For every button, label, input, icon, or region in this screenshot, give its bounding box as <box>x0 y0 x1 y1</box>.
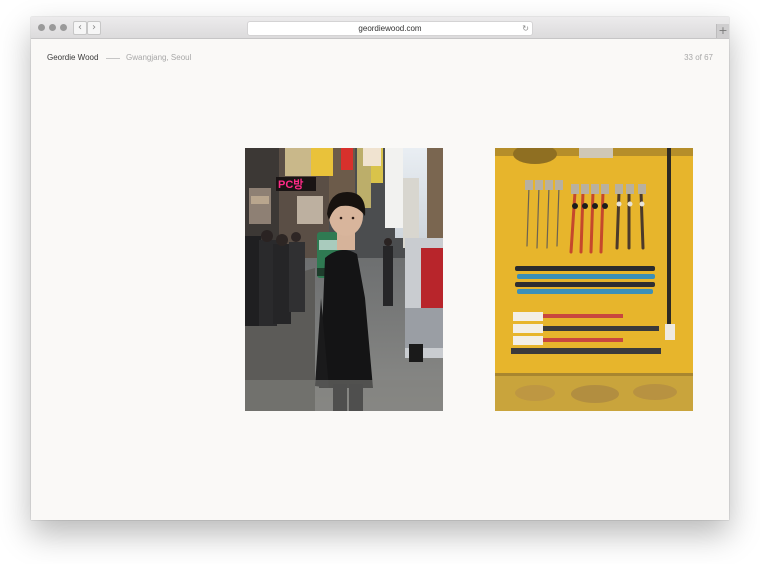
photo-sign-text: PC방 <box>278 177 303 191</box>
image-counter: 33 of 67 <box>684 53 713 62</box>
close-window-button[interactable] <box>38 24 45 31</box>
cables-image <box>495 148 693 411</box>
address-text: geordiewood.com <box>358 24 422 33</box>
photo-cables-on-yellow[interactable] <box>495 148 693 411</box>
header-divider <box>106 58 120 59</box>
photo-location: Gwangjang, Seoul <box>126 53 192 62</box>
minimize-window-button[interactable] <box>49 24 56 31</box>
site-name-link[interactable]: Geordie Wood <box>47 52 98 64</box>
site-header: Geordie Wood Gwangjang, Seoul 33 of 67 <box>47 52 713 64</box>
forward-chevron-icon[interactable]: › <box>87 21 101 35</box>
back-chevron-icon[interactable]: ‹ <box>73 21 87 35</box>
address-bar[interactable]: geordiewood.com ↻ <box>247 21 533 36</box>
reload-icon[interactable]: ↻ <box>522 22 529 35</box>
plus-icon[interactable]: + <box>716 24 729 38</box>
browser-toolbar: ‹ › geordiewood.com ↻ + <box>31 17 729 39</box>
photo-street-portrait[interactable]: PC방 <box>245 148 443 411</box>
browser-window: ‹ › geordiewood.com ↻ + Geordie Wood Gwa… <box>31 17 729 520</box>
street-portrait-image: PC방 <box>245 148 443 411</box>
zoom-window-button[interactable] <box>60 24 67 31</box>
